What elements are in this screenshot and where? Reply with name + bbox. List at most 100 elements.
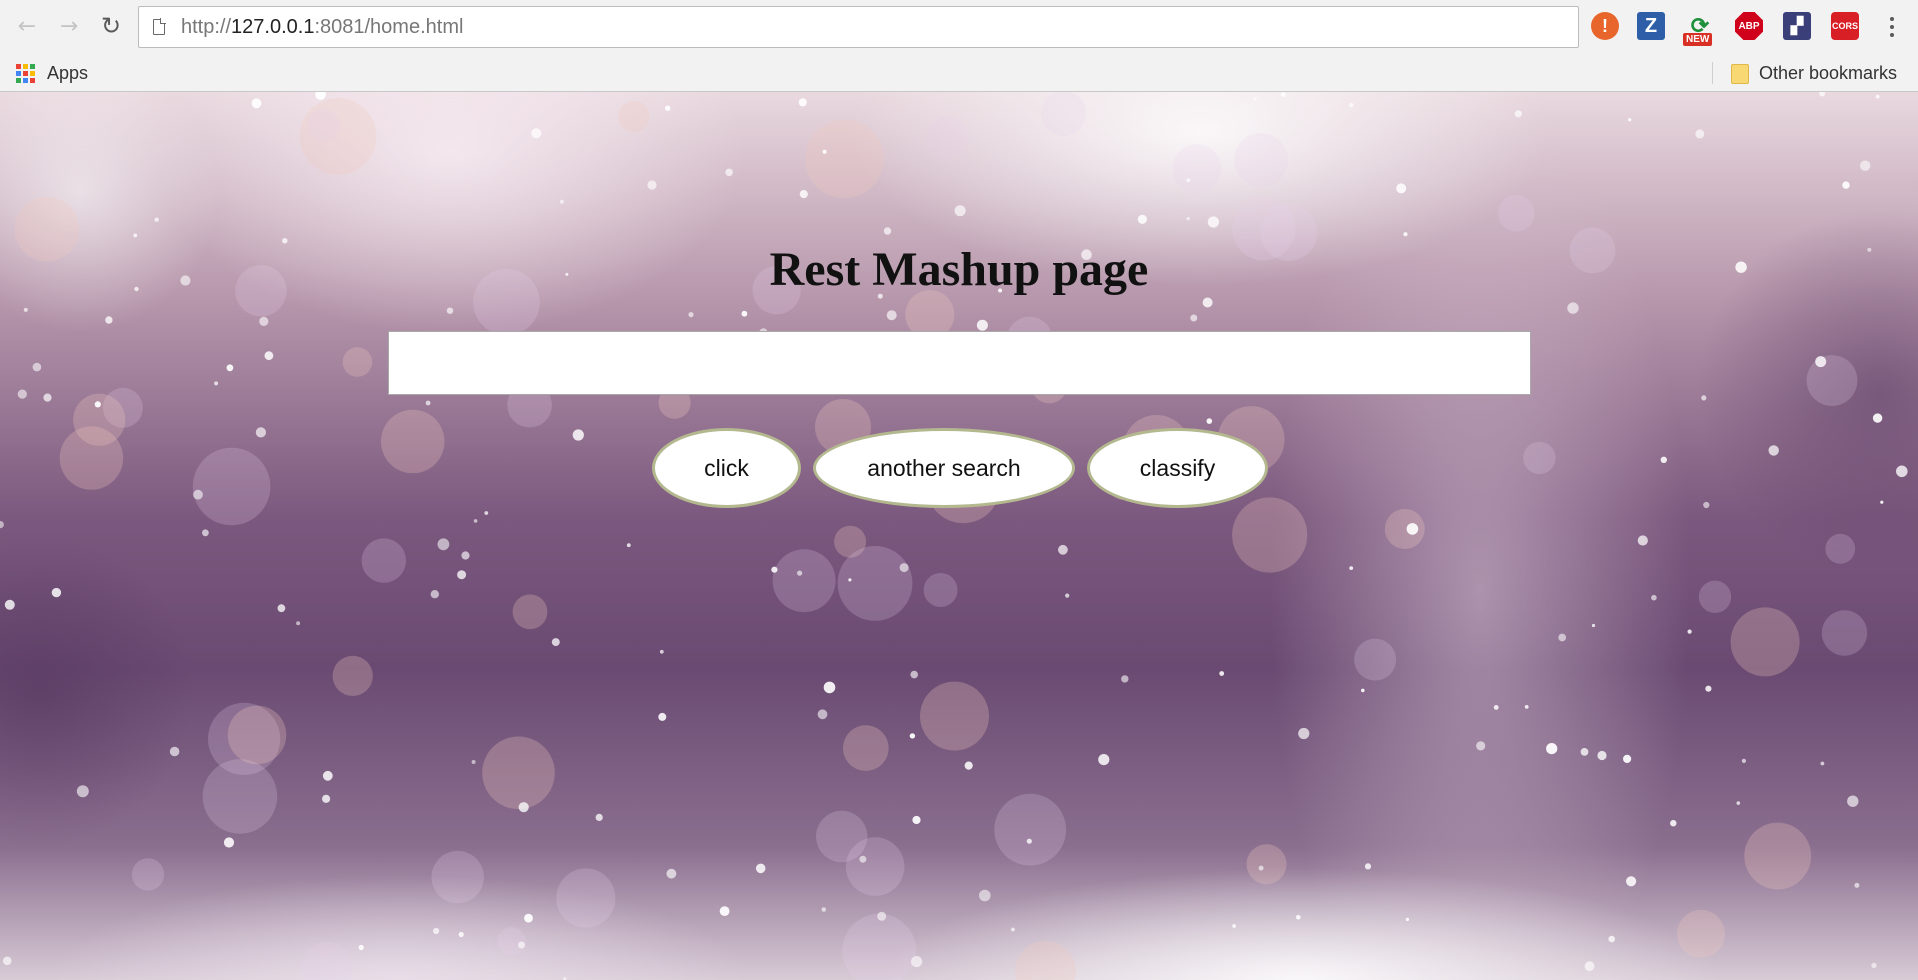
snow-dot	[315, 92, 326, 100]
snow-dot	[1741, 758, 1746, 764]
snow-dot	[1695, 129, 1705, 139]
snow-dot	[1298, 727, 1310, 740]
reload-icon[interactable]: ↻	[96, 11, 126, 41]
snow-dot	[1065, 593, 1070, 598]
snow-dot	[437, 538, 450, 551]
snow-dot	[964, 761, 973, 770]
snow-dot	[1580, 748, 1589, 756]
snow-dot	[1584, 961, 1595, 972]
bokeh-disc	[1354, 638, 1397, 681]
browser-toolbar: ← → ↻ http://127.0.0.1:8081/home.html ! …	[0, 0, 1918, 54]
snow-dot	[658, 712, 667, 721]
cors-extension-icon[interactable]: CORS	[1831, 12, 1859, 40]
snow-dot	[1349, 102, 1354, 108]
snow-dot	[1567, 302, 1579, 314]
snow-dot	[1623, 754, 1632, 764]
bokeh-disc	[301, 941, 353, 980]
other-bookmarks-link[interactable]: Other bookmarks	[1759, 54, 1897, 92]
bokeh-disc	[431, 850, 484, 904]
snow-dot	[425, 400, 431, 406]
snow-dot	[322, 770, 333, 781]
snow-dot	[259, 316, 269, 326]
click-button[interactable]: click	[652, 428, 801, 508]
apps-link[interactable]: Apps	[47, 54, 88, 92]
snow-dot	[1011, 927, 1015, 932]
bokeh-disc	[1172, 144, 1222, 194]
snow-dot	[1847, 795, 1859, 807]
snow-dot	[909, 733, 916, 739]
snow-dot	[1546, 743, 1558, 755]
bookmarks-divider	[1712, 62, 1713, 84]
snow-dot	[1637, 535, 1648, 546]
snow-dot	[296, 621, 301, 626]
bokeh-disc	[497, 927, 526, 956]
forward-arrow-icon[interactable]: →	[54, 11, 84, 41]
bokeh-disc	[1384, 509, 1425, 549]
snow-dot	[457, 570, 467, 580]
snow-dot	[51, 587, 62, 598]
another-search-button[interactable]: another search	[813, 428, 1075, 508]
snow-dot	[1476, 741, 1486, 751]
snow-dot	[1281, 92, 1286, 97]
snow-dot	[798, 98, 807, 107]
z-extension-icon[interactable]: Z	[1637, 12, 1665, 40]
snow-dot	[912, 815, 921, 825]
snow-dot	[531, 128, 542, 139]
snow-dot	[251, 98, 262, 109]
snow-dot	[910, 670, 918, 679]
snow-dot	[430, 590, 439, 599]
bokeh-disc	[926, 116, 969, 160]
page-viewport: Rest Mashup page click another search cl…	[0, 92, 1918, 980]
bokeh-disc	[1498, 195, 1535, 232]
search-input[interactable]	[388, 331, 1531, 395]
snow-dot	[433, 927, 440, 935]
snow-dot	[725, 168, 733, 177]
snow-dot	[1406, 523, 1419, 535]
page-title: Rest Mashup page	[769, 243, 1149, 296]
snow-dot	[626, 543, 631, 548]
snow-dot	[1687, 629, 1692, 634]
snow-dot	[1186, 178, 1191, 183]
puzzle-extension-icon[interactable]: ▞	[1783, 12, 1811, 40]
snow-dot	[899, 563, 909, 573]
snow-dot	[1396, 183, 1407, 194]
snow-dot	[1403, 232, 1408, 237]
snow-dot	[741, 310, 748, 317]
snow-dot	[223, 837, 235, 848]
snow-dot	[823, 681, 836, 694]
snow-dot	[518, 941, 525, 949]
snow-dot	[1493, 705, 1499, 710]
bokeh-background	[0, 92, 1908, 980]
snow-dot	[518, 802, 529, 813]
snow-dot	[1591, 623, 1596, 628]
classify-button[interactable]: classify	[1087, 428, 1268, 508]
snow-dot	[105, 316, 113, 324]
snow-dot	[817, 709, 828, 720]
snow-dot	[688, 312, 694, 318]
address-bar[interactable]: http://127.0.0.1:8081/home.html	[138, 6, 1579, 48]
bookmarks-bar: Apps Other bookmarks	[0, 54, 1918, 92]
bokeh-disc	[1232, 497, 1308, 573]
snow-dot	[1597, 750, 1607, 761]
alert-extension-icon[interactable]: !	[1591, 12, 1619, 40]
snow-dot	[264, 351, 274, 361]
bokeh-disc	[1234, 133, 1288, 187]
url-text[interactable]: http://127.0.0.1:8081/home.html	[181, 7, 463, 47]
bokeh-disc	[994, 793, 1067, 866]
snow-dot	[1364, 863, 1372, 870]
snow-dot	[1875, 94, 1880, 99]
folder-icon[interactable]	[1731, 64, 1749, 84]
menu-dots-icon[interactable]	[1880, 12, 1904, 42]
snow-dot	[1626, 876, 1637, 887]
snow-dot	[358, 944, 364, 951]
bokeh-disc	[227, 705, 287, 765]
snow-dot	[458, 931, 464, 938]
apps-grid-icon[interactable]	[16, 64, 36, 84]
snow-dot	[1860, 160, 1871, 171]
snow-dot	[1098, 754, 1110, 766]
back-arrow-icon[interactable]: ←	[12, 11, 42, 41]
snow-dot	[1854, 882, 1860, 888]
snow-dot	[572, 429, 584, 441]
abp-extension-icon[interactable]: ABP	[1735, 12, 1763, 40]
snow-dot	[1190, 314, 1198, 322]
